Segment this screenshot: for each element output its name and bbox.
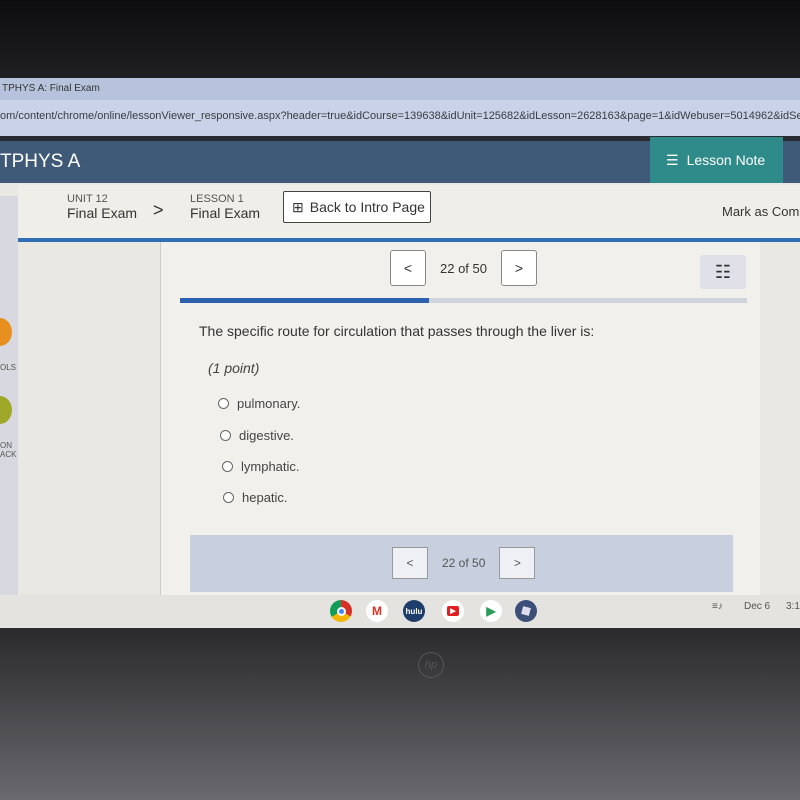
option-label: hepatic. <box>242 490 288 505</box>
add-note-icon: ⊞ <box>292 199 304 215</box>
back-label: Back to Intro Page <box>309 199 425 215</box>
question-text: The specific route for circulation that … <box>199 323 595 339</box>
window-title: TPHYS A: Final Exam <box>0 78 800 100</box>
hp-logo: hp <box>418 652 444 678</box>
page-position: 22 of 50 <box>440 260 487 276</box>
note-icon: ☰ <box>666 152 679 168</box>
sidebar-label-line1: ON <box>0 441 12 450</box>
lesson-label: LESSON 1 <box>190 193 244 205</box>
mark-complete-button[interactable]: Mark as Comp <box>722 204 800 219</box>
course-title: TPHYS A <box>0 151 81 172</box>
unit-label: UNIT 12 <box>67 193 108 205</box>
back-to-intro-button[interactable]: ⊞ Back to Intro Page <box>283 191 431 223</box>
media-icon[interactable]: ≡♪ <box>712 601 723 612</box>
radio-button[interactable] <box>220 430 231 441</box>
feedback-icon[interactable] <box>0 396 12 424</box>
radio-button[interactable] <box>223 492 234 503</box>
youtube-icon[interactable]: ▶ <box>442 600 464 622</box>
lesson-note-button[interactable]: ☰ Lesson Note <box>650 137 783 183</box>
unit-name: Final Exam <box>67 205 138 221</box>
sidebar-label-line2: ACK <box>0 450 17 459</box>
play-store-icon[interactable]: ▶ <box>480 600 502 622</box>
lesson-nav: UNIT 12 Final Exam > LESSON 1 Final Exam… <box>18 185 800 238</box>
option-label: digestive. <box>239 428 294 443</box>
top-pager: < 22 of 50 > <box>390 250 537 286</box>
unit-breadcrumb[interactable]: UNIT 12 Final Exam <box>67 193 137 221</box>
option-hepatic[interactable]: hepatic. <box>223 490 288 505</box>
radio-button[interactable] <box>218 398 229 409</box>
laptop-keyboard-area <box>0 628 800 800</box>
option-label: lymphatic. <box>241 459 300 474</box>
next-button[interactable]: > <box>501 250 537 286</box>
gmail-icon[interactable]: M <box>366 600 388 622</box>
taskbar <box>0 595 800 627</box>
chrome-icon[interactable] <box>330 600 352 622</box>
bottom-page-position: 22 of 50 <box>442 556 486 570</box>
tools-label: OLS <box>0 363 17 372</box>
bottom-prev-button[interactable]: < <box>392 547 428 579</box>
question-points: (1 point) <box>208 360 260 376</box>
option-label: pulmonary. <box>237 396 301 411</box>
option-digestive[interactable]: digestive. <box>220 428 294 443</box>
lesson-name: Final Exam <box>190 205 261 221</box>
bottom-next-button[interactable]: > <box>499 547 536 579</box>
radio-button[interactable] <box>222 461 233 472</box>
progress-fill <box>180 298 430 303</box>
address-bar[interactable]: om/content/chrome/online/lessonViewer_re… <box>0 100 800 136</box>
bottom-pager: < 22 of 50 > <box>392 547 536 579</box>
sidebar: OLS ON ACK <box>0 196 18 626</box>
hulu-icon[interactable]: hulu <box>403 600 425 622</box>
option-lymphatic[interactable]: lymphatic. <box>222 459 300 474</box>
lesson-breadcrumb[interactable]: LESSON 1 Final Exam <box>190 193 260 221</box>
question-list-icon[interactable]: ☷ <box>700 255 746 289</box>
time[interactable]: 3:1 <box>786 601 800 612</box>
tools-icon[interactable] <box>0 318 12 346</box>
laptop-bezel <box>0 0 800 78</box>
prev-button[interactable]: < <box>390 250 426 286</box>
date[interactable]: Dec 6 <box>744 601 770 612</box>
chevron-right-icon: > <box>153 200 164 220</box>
roblox-icon[interactable] <box>515 600 537 622</box>
progress-bar <box>180 298 747 303</box>
option-pulmonary[interactable]: pulmonary. <box>218 396 300 411</box>
lesson-note-label: Lesson Note <box>686 152 766 168</box>
